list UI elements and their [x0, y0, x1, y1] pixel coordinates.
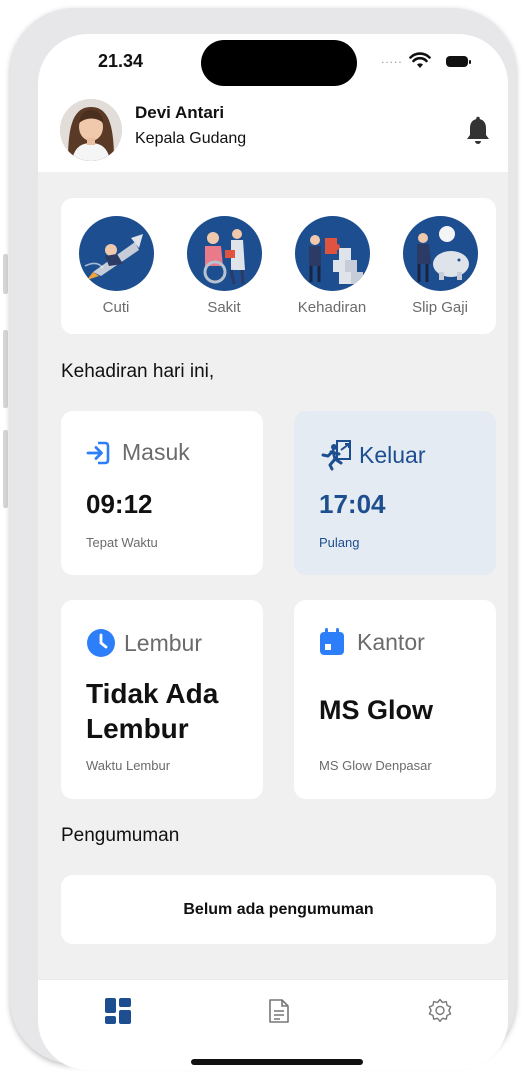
user-name: Devi Antari: [135, 103, 225, 122]
wheelchair-icon: [186, 216, 262, 291]
rocket-icon: [78, 216, 154, 291]
announcements-title: Pengumuman: [61, 825, 180, 846]
volume-up-button[interactable]: [3, 330, 8, 408]
document-icon[interactable]: [268, 998, 290, 1024]
attendance-title: Kehadiran hari ini,: [61, 361, 215, 382]
settings-icon[interactable]: [427, 998, 453, 1024]
status-time: 21.34: [98, 51, 144, 71]
wifi-icon: [409, 52, 431, 68]
quick-menu-label: Sakit: [207, 299, 241, 316]
user-role: Kepala Gudang: [135, 130, 247, 147]
quick-menu-label: Kehadiran: [297, 299, 367, 316]
bottom-nav: [38, 979, 508, 1070]
overtime-value: Tidak Ada Lembur: [86, 678, 219, 744]
dynamic-island: [201, 40, 357, 86]
check-in-time: 09:12: [86, 489, 153, 519]
puzzle-icon: [294, 216, 370, 291]
overtime-label: Lembur: [124, 629, 202, 656]
dashboard-icon[interactable]: [105, 998, 131, 1024]
avatar[interactable]: [60, 99, 122, 161]
action-button[interactable]: [3, 254, 8, 294]
check-in-card[interactable]: Masuk 09:12 Tepat Waktu: [61, 411, 263, 575]
quick-menu-payslip[interactable]: Slip Gaji: [395, 216, 485, 316]
quick-menu-label: Cuti: [102, 299, 130, 316]
piggy-bank-icon: [402, 216, 478, 291]
announcements-empty: Belum ada pengumuman: [61, 875, 496, 944]
calendar-icon: [320, 628, 344, 655]
check-out-card[interactable]: Keluar 17:04 Pulang: [294, 411, 496, 575]
office-note: MS Glow Denpasar: [319, 758, 432, 773]
check-in-label: Masuk: [122, 439, 190, 465]
office-value: MS Glow: [319, 695, 433, 725]
app-screen: 21.34 ..... Devi Antari Kepala Gudang Cu…: [38, 34, 508, 1070]
check-out-time: 17:04: [319, 489, 386, 519]
quick-menu-attendance[interactable]: Kehadiran: [287, 216, 377, 316]
phone-frame: 21.34 ..... Devi Antari Kepala Gudang Cu…: [10, 8, 516, 1070]
quick-menu-label: Slip Gaji: [412, 299, 468, 316]
check-in-note: Tepat Waktu: [86, 535, 158, 550]
quick-menu: Cuti Sakit Kehadiran Slip Gaji: [61, 198, 496, 334]
check-out-label: Keluar: [359, 441, 426, 468]
bell-icon[interactable]: [465, 116, 491, 146]
volume-down-button[interactable]: [3, 430, 8, 508]
signal-icon: .....: [381, 52, 403, 66]
overtime-card[interactable]: Lembur Tidak Ada Lembur Waktu Lembur: [61, 600, 263, 799]
office-card[interactable]: Kantor MS Glow MS Glow Denpasar: [294, 600, 496, 799]
office-label: Kantor: [357, 628, 425, 655]
quick-menu-sick[interactable]: Sakit: [179, 216, 269, 316]
running-exit-icon: [321, 440, 351, 471]
header: 21.34 ..... Devi Antari Kepala Gudang: [38, 34, 508, 172]
overtime-note: Waktu Lembur: [86, 758, 171, 773]
quick-menu-leave[interactable]: Cuti: [71, 216, 161, 316]
clock-icon: [87, 629, 115, 657]
home-indicator[interactable]: [191, 1059, 363, 1065]
check-out-note: Pulang: [319, 535, 360, 550]
battery-icon: [446, 56, 471, 67]
login-icon: [86, 441, 110, 464]
